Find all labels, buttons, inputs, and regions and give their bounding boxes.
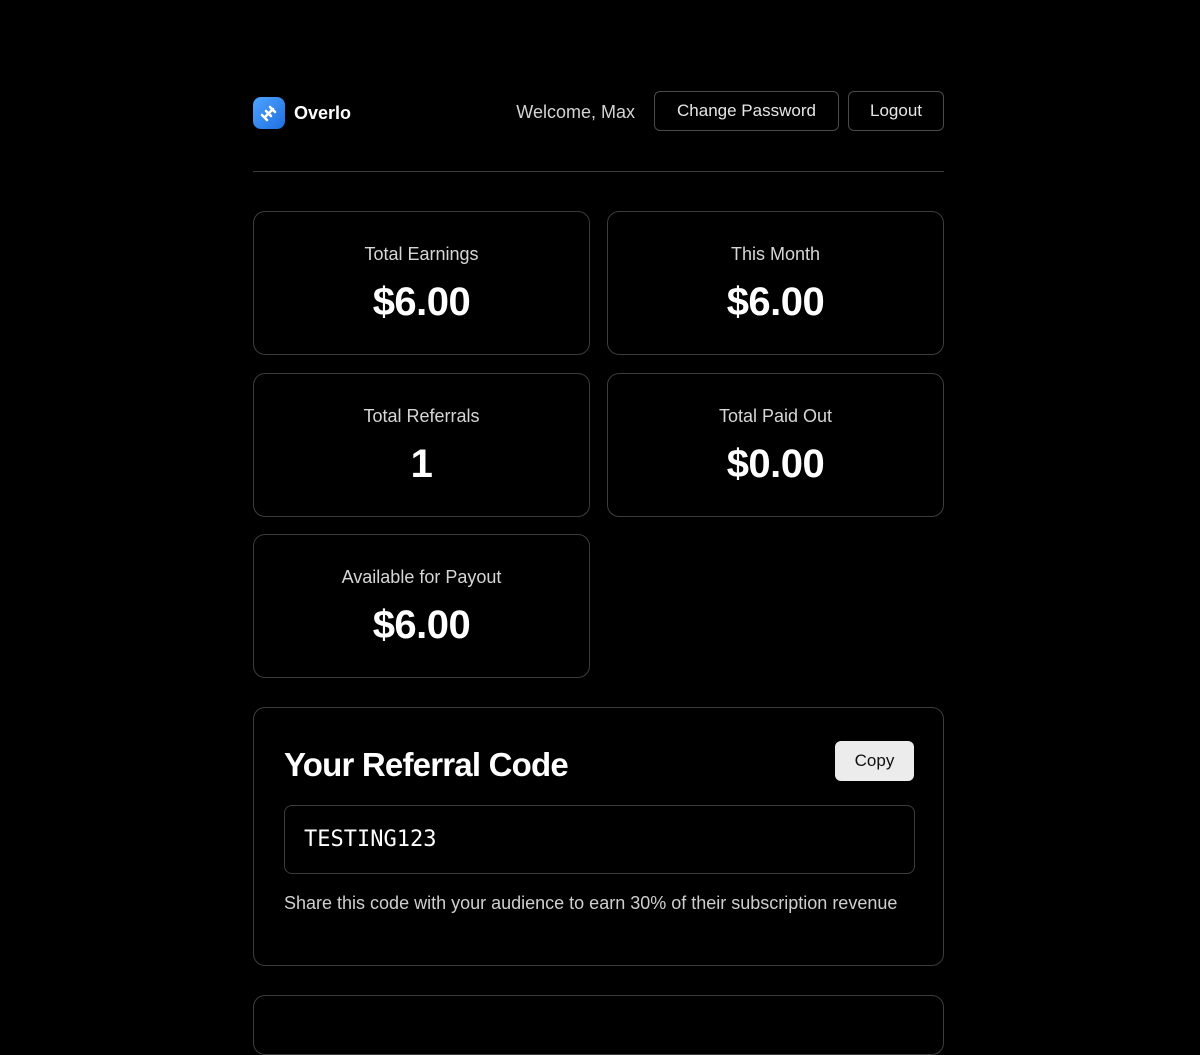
header-divider (253, 171, 944, 172)
referral-code-panel: Your Referral Code Copy TESTING123 Share… (253, 707, 944, 966)
referral-code-title: Your Referral Code (284, 746, 569, 783)
referral-code-value: TESTING123 (304, 827, 437, 852)
stat-label: Available for Payout (341, 567, 502, 587)
copy-button[interactable]: Copy (835, 741, 914, 781)
stat-value: 1 (410, 442, 433, 486)
stat-value: $6.00 (372, 603, 471, 647)
stat-card-total-paid-out: Total Paid Out $0.00 (607, 373, 944, 517)
logout-button[interactable]: Logout (848, 91, 944, 131)
stat-label: Total Paid Out (718, 406, 833, 426)
stat-value: $0.00 (726, 442, 825, 486)
stat-card-available-for-payout: Available for Payout $6.00 (253, 534, 590, 678)
stat-card-total-earnings: Total Earnings $6.00 (253, 211, 590, 355)
stat-card-this-month: This Month $6.00 (607, 211, 944, 355)
stat-label: Total Referrals (363, 406, 480, 426)
overlo-logo-icon[interactable] (253, 97, 285, 129)
stat-value: $6.00 (372, 280, 471, 324)
header: Overlo Welcome, Max Change Password Logo… (253, 91, 944, 133)
referral-hint-text: Share this code with your audience to ea… (284, 893, 898, 913)
referral-code-field[interactable]: TESTING123 (284, 805, 915, 874)
stat-label: This Month (730, 244, 821, 264)
welcome-text: Welcome, Max (516, 102, 635, 122)
stat-label: Total Earnings (364, 244, 479, 264)
change-password-button[interactable]: Change Password (654, 91, 839, 131)
stat-value: $6.00 (726, 280, 825, 324)
stat-card-total-referrals: Total Referrals 1 (253, 373, 590, 517)
brand-name[interactable]: Overlo (294, 103, 351, 124)
next-panel (253, 995, 944, 1055)
